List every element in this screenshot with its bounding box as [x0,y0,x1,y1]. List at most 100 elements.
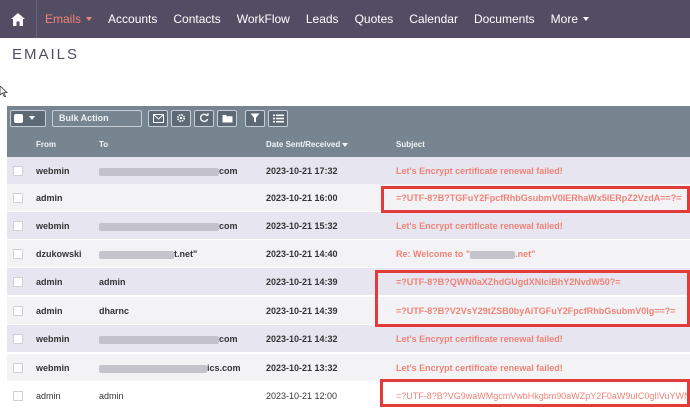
nav-leads[interactable]: Leads [298,0,347,38]
nav-calendar-label: Calendar [409,12,458,26]
row-checkbox[interactable] [13,306,23,316]
select-all-dropdown[interactable] [10,109,46,127]
refresh-button[interactable] [194,109,214,127]
row-to-suffix: com [219,166,238,176]
redacted-text [99,335,219,344]
folder-icon [222,114,232,122]
highlight-box [381,186,690,213]
redacted-text [99,167,219,176]
nav-emails[interactable]: Emails [37,0,100,38]
row-from: admin [36,193,63,203]
column-date[interactable]: Date Sent/Received [266,140,349,149]
nav-workflow-label: WorkFlow [236,12,290,26]
nav-contacts-label: Contacts [173,12,221,26]
top-navigation: Emails Accounts Contacts WorkFlow Leads … [0,0,690,38]
select-all-checkbox[interactable] [14,113,23,123]
nav-calendar[interactable]: Calendar [401,0,466,38]
row-to: admin [99,391,124,401]
row-date: 2023-10-21 14:39 [266,306,338,316]
filter-button[interactable] [245,109,265,127]
row-to: ics.com [99,363,241,373]
row-checkbox[interactable] [13,193,23,203]
row-subject-suffix: .net" [515,249,536,259]
table-row[interactable]: dzukowski t.net" 2023-10-21 14:40 Re: We… [7,240,690,267]
row-subject[interactable]: Re: Welcome to " .net" [396,249,535,259]
row-from: webmin [36,363,70,373]
compose-icon [152,113,164,123]
row-subject[interactable]: Let's Encrypt certificate renewal failed… [396,334,563,344]
row-checkbox[interactable] [13,221,23,231]
column-to[interactable]: To [99,140,108,149]
row-from: admin [36,391,61,401]
table-row[interactable]: webmin com 2023-10-21 17:32 Let's Encryp… [7,157,690,184]
row-to: com [99,334,238,344]
redacted-text [99,222,219,231]
row-subject[interactable]: Let's Encrypt certificate renewal failed… [396,363,563,373]
list-icon [272,114,284,122]
chevron-down-icon [29,116,35,120]
nav-quotes-label: Quotes [354,12,394,26]
redacted-text [470,250,516,259]
nav-contacts[interactable]: Contacts [165,0,228,38]
row-checkbox[interactable] [13,166,23,176]
row-date: 2023-10-21 15:32 [266,221,338,231]
row-from: webmin [36,166,70,176]
table-row[interactable]: webmin com 2023-10-21 14:32 Let's Encryp… [7,325,690,352]
nav-emails-label: Emails [45,12,82,26]
nav-documents-label: Documents [473,12,535,26]
row-from: admin [36,306,63,316]
row-from: admin [36,277,63,287]
highlight-box [375,270,690,327]
row-to: admin [99,277,126,287]
row-from: webmin [36,334,70,344]
row-date: 2023-10-21 16:00 [266,193,338,203]
row-checkbox[interactable] [13,391,23,401]
nav-quotes[interactable]: Quotes [347,0,402,38]
nav-more[interactable]: More [543,0,597,38]
nav-workflow[interactable]: WorkFlow [229,0,298,38]
nav-accounts[interactable]: Accounts [100,0,165,38]
gear-icon [176,113,186,123]
folder-button[interactable] [217,109,237,127]
column-subject[interactable]: Subject [396,140,425,149]
row-to: dharnc [99,306,130,316]
nav-accounts-label: Accounts [108,12,158,26]
row-from: webmin [36,221,70,231]
row-date: 2023-10-21 14:39 [266,277,338,287]
chevron-down-icon [86,17,93,21]
table-row[interactable]: webmin ics.com 2023-10-21 13:32 Let's En… [7,354,690,381]
row-subject-prefix: Re: Welcome to " [396,249,471,259]
list-toolbar: Bulk Action [7,106,690,130]
row-date: 2023-10-21 17:32 [266,166,338,176]
row-from: dzukowski [36,249,82,259]
row-to-suffix: com [219,221,238,231]
row-date: 2023-10-21 14:40 [266,249,338,259]
table-header: From To Date Sent/Received Subject [7,130,690,157]
row-to-suffix: com [219,334,238,344]
row-checkbox[interactable] [13,334,23,344]
row-checkbox[interactable] [13,363,23,373]
row-date: 2023-10-21 13:32 [266,363,338,373]
sort-down-icon [342,142,349,147]
row-subject[interactable]: Let's Encrypt certificate renewal failed… [396,166,563,176]
settings-button[interactable] [171,109,191,127]
home-icon [11,12,25,26]
column-from[interactable]: From [36,140,56,149]
table-row[interactable]: webmin com 2023-10-21 15:32 Let's Encryp… [7,212,690,239]
row-date: 2023-10-21 12:00 [266,391,338,401]
nav-documents[interactable]: Documents [466,0,543,38]
row-to: com [99,166,238,176]
row-checkbox[interactable] [13,277,23,287]
row-subject[interactable]: Let's Encrypt certificate renewal failed… [396,221,563,231]
bulk-action-button[interactable]: Bulk Action [52,109,142,127]
home-button[interactable] [0,0,36,38]
refresh-icon [199,113,209,123]
row-checkbox[interactable] [13,249,23,259]
filter-icon [250,113,260,123]
column-chooser-button[interactable] [268,109,288,127]
highlight-box [380,379,690,407]
compose-button[interactable] [148,109,168,127]
row-to: t.net" [99,249,197,259]
nav-more-label: More [550,12,579,26]
page-title: EMAILS [12,46,80,63]
